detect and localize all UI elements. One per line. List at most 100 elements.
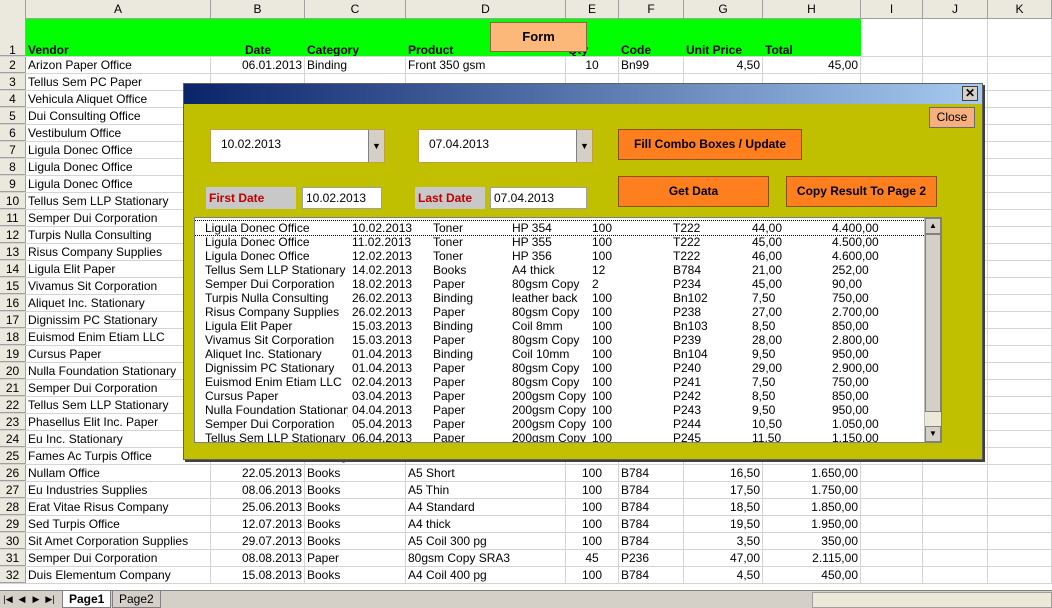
list-item[interactable]: Tellus Sem LLP Stationary 14.02.2013 Books…: [195, 263, 925, 277]
row-number[interactable]: 7: [0, 142, 26, 158]
scroll-up-icon[interactable]: ▲: [925, 218, 941, 234]
select-all-corner[interactable]: [0, 0, 26, 19]
column-header-h[interactable]: H: [763, 0, 861, 19]
cell-vendor[interactable]: Semper Dui Corporation: [26, 550, 211, 566]
list-item[interactable]: Ligula Donec Office 12.02.2013 Toner HP 356…: [195, 249, 925, 263]
last-sheet-icon[interactable]: ▶|: [44, 593, 56, 606]
cell-empty[interactable]: [988, 465, 1052, 481]
list-item[interactable]: Semper Dui Corporation 05.04.2013 Paper 200…: [195, 417, 925, 431]
cell-empty[interactable]: [988, 57, 1052, 73]
cell-qty[interactable]: 100: [566, 465, 619, 481]
list-item[interactable]: Euismod Enim Etiam LLC 02.04.2013 Paper 80g…: [195, 375, 925, 389]
cell-empty[interactable]: [988, 108, 1052, 124]
cell-empty[interactable]: [988, 278, 1052, 294]
cell-empty[interactable]: [988, 125, 1052, 141]
list-item[interactable]: Risus Company Supplies 26.02.2013 Paper 80g…: [195, 305, 925, 319]
cell-unit-price[interactable]: 19,50: [684, 516, 763, 532]
cell-empty[interactable]: [988, 329, 1052, 345]
tab-page2[interactable]: Page2: [112, 591, 161, 608]
column-header-f[interactable]: F: [619, 0, 684, 19]
cell-empty[interactable]: [988, 550, 1052, 566]
list-item[interactable]: Ligula Donec Office 11.02.2013 Toner HP 355…: [195, 235, 925, 249]
cell-empty[interactable]: [988, 210, 1052, 226]
cell-date[interactable]: 15.08.2013: [211, 567, 305, 583]
list-item[interactable]: Ligula Donec Office 10.02.2013 Toner HP 354…: [195, 220, 926, 236]
row-number[interactable]: 11: [0, 210, 26, 226]
cell-date[interactable]: 25.06.2013: [211, 499, 305, 515]
row-number[interactable]: 31: [0, 550, 26, 566]
cell-date[interactable]: 12.07.2013: [211, 516, 305, 532]
cell-vendor[interactable]: Sit Amet Corporation Supplies: [26, 533, 211, 549]
cell-code[interactable]: P236: [619, 550, 684, 566]
cell-empty[interactable]: [988, 193, 1052, 209]
list-item[interactable]: Ligula Elit Paper 15.03.2013 Binding Coil 8…: [195, 319, 925, 333]
cell-product[interactable]: 80gsm Copy SRA3: [406, 550, 566, 566]
cell-empty[interactable]: [988, 482, 1052, 498]
cell-unit-price[interactable]: 17,50: [684, 482, 763, 498]
cell-vendor[interactable]: Sed Turpis Office: [26, 516, 211, 532]
cell-unit-price[interactable]: 4,50: [684, 567, 763, 583]
column-header-d[interactable]: D: [406, 0, 566, 19]
cell-empty[interactable]: [923, 533, 988, 549]
cell-empty[interactable]: [923, 482, 988, 498]
chevron-down-icon[interactable]: ▼: [368, 130, 384, 162]
cell-total[interactable]: 450,00: [763, 567, 861, 583]
row-number[interactable]: 5: [0, 108, 26, 124]
row-number[interactable]: 19: [0, 346, 26, 362]
cell-empty[interactable]: [923, 19, 988, 56]
cell-empty[interactable]: [923, 550, 988, 566]
list-item[interactable]: Vivamus Sit Corporation 15.03.2013 Paper 80…: [195, 333, 925, 347]
cell-code[interactable]: B784: [619, 567, 684, 583]
row-number[interactable]: 10: [0, 193, 26, 209]
column-header-c[interactable]: C: [305, 0, 406, 19]
cell-empty[interactable]: [923, 499, 988, 515]
cell-code[interactable]: B784: [619, 499, 684, 515]
first-date-combo[interactable]: 10.02.2013 ▼: [210, 129, 385, 163]
cell-empty[interactable]: [861, 482, 923, 498]
cell-empty[interactable]: [861, 465, 923, 481]
row-number[interactable]: 15: [0, 278, 26, 294]
cell-empty[interactable]: [988, 261, 1052, 277]
cell-total[interactable]: 1.750,00: [763, 482, 861, 498]
result-listbox[interactable]: Ligula Donec Office 10.02.2013 Toner HP 354…: [194, 217, 942, 443]
cell-date[interactable]: Date: [211, 19, 305, 56]
cell-empty[interactable]: [988, 159, 1052, 175]
cell-empty[interactable]: [861, 550, 923, 566]
cell-qty[interactable]: 10: [566, 57, 619, 73]
row-number[interactable]: 1: [0, 19, 26, 57]
cell-empty[interactable]: [988, 312, 1052, 328]
cell-vendor[interactable]: Arizon Paper Office: [26, 57, 211, 73]
cell-code[interactable]: B784: [619, 482, 684, 498]
column-header-j[interactable]: J: [923, 0, 988, 19]
row-number[interactable]: 27: [0, 482, 26, 498]
cell-code[interactable]: B784: [619, 465, 684, 481]
cell-product[interactable]: A5 Short: [406, 465, 566, 481]
cell-product[interactable]: A4 thick: [406, 516, 566, 532]
row-number[interactable]: 30: [0, 533, 26, 549]
cell-empty[interactable]: [988, 567, 1052, 583]
tab-page1[interactable]: Page1: [62, 591, 112, 608]
row-number[interactable]: 3: [0, 74, 26, 90]
row-number[interactable]: 8: [0, 159, 26, 175]
row-number[interactable]: 6: [0, 125, 26, 141]
cell-empty[interactable]: [861, 567, 923, 583]
row-number[interactable]: 32: [0, 567, 26, 583]
row-number[interactable]: 22: [0, 397, 26, 413]
cell-code[interactable]: B784: [619, 516, 684, 532]
row-number[interactable]: 4: [0, 91, 26, 107]
row-number[interactable]: 17: [0, 312, 26, 328]
row-number[interactable]: 24: [0, 431, 26, 447]
cell-empty[interactable]: [861, 499, 923, 515]
cell-qty[interactable]: 100: [566, 482, 619, 498]
last-date-combo[interactable]: 07.04.2013 ▼: [418, 129, 593, 163]
row-number[interactable]: 13: [0, 244, 26, 260]
cell-unit-price[interactable]: Unit Price: [684, 19, 763, 56]
cell-empty[interactable]: [988, 244, 1052, 260]
cell-empty[interactable]: [988, 397, 1052, 413]
row-number[interactable]: 12: [0, 227, 26, 243]
spreadsheet[interactable]: ABCDEFGHIJK 1VendorDateCategoryProductQt…: [0, 0, 1052, 590]
cell-total[interactable]: 350,00: [763, 533, 861, 549]
cell-category[interactable]: Binding: [305, 57, 406, 73]
list-scrollbar[interactable]: ▲ ▼: [924, 218, 941, 442]
row-number[interactable]: 14: [0, 261, 26, 277]
